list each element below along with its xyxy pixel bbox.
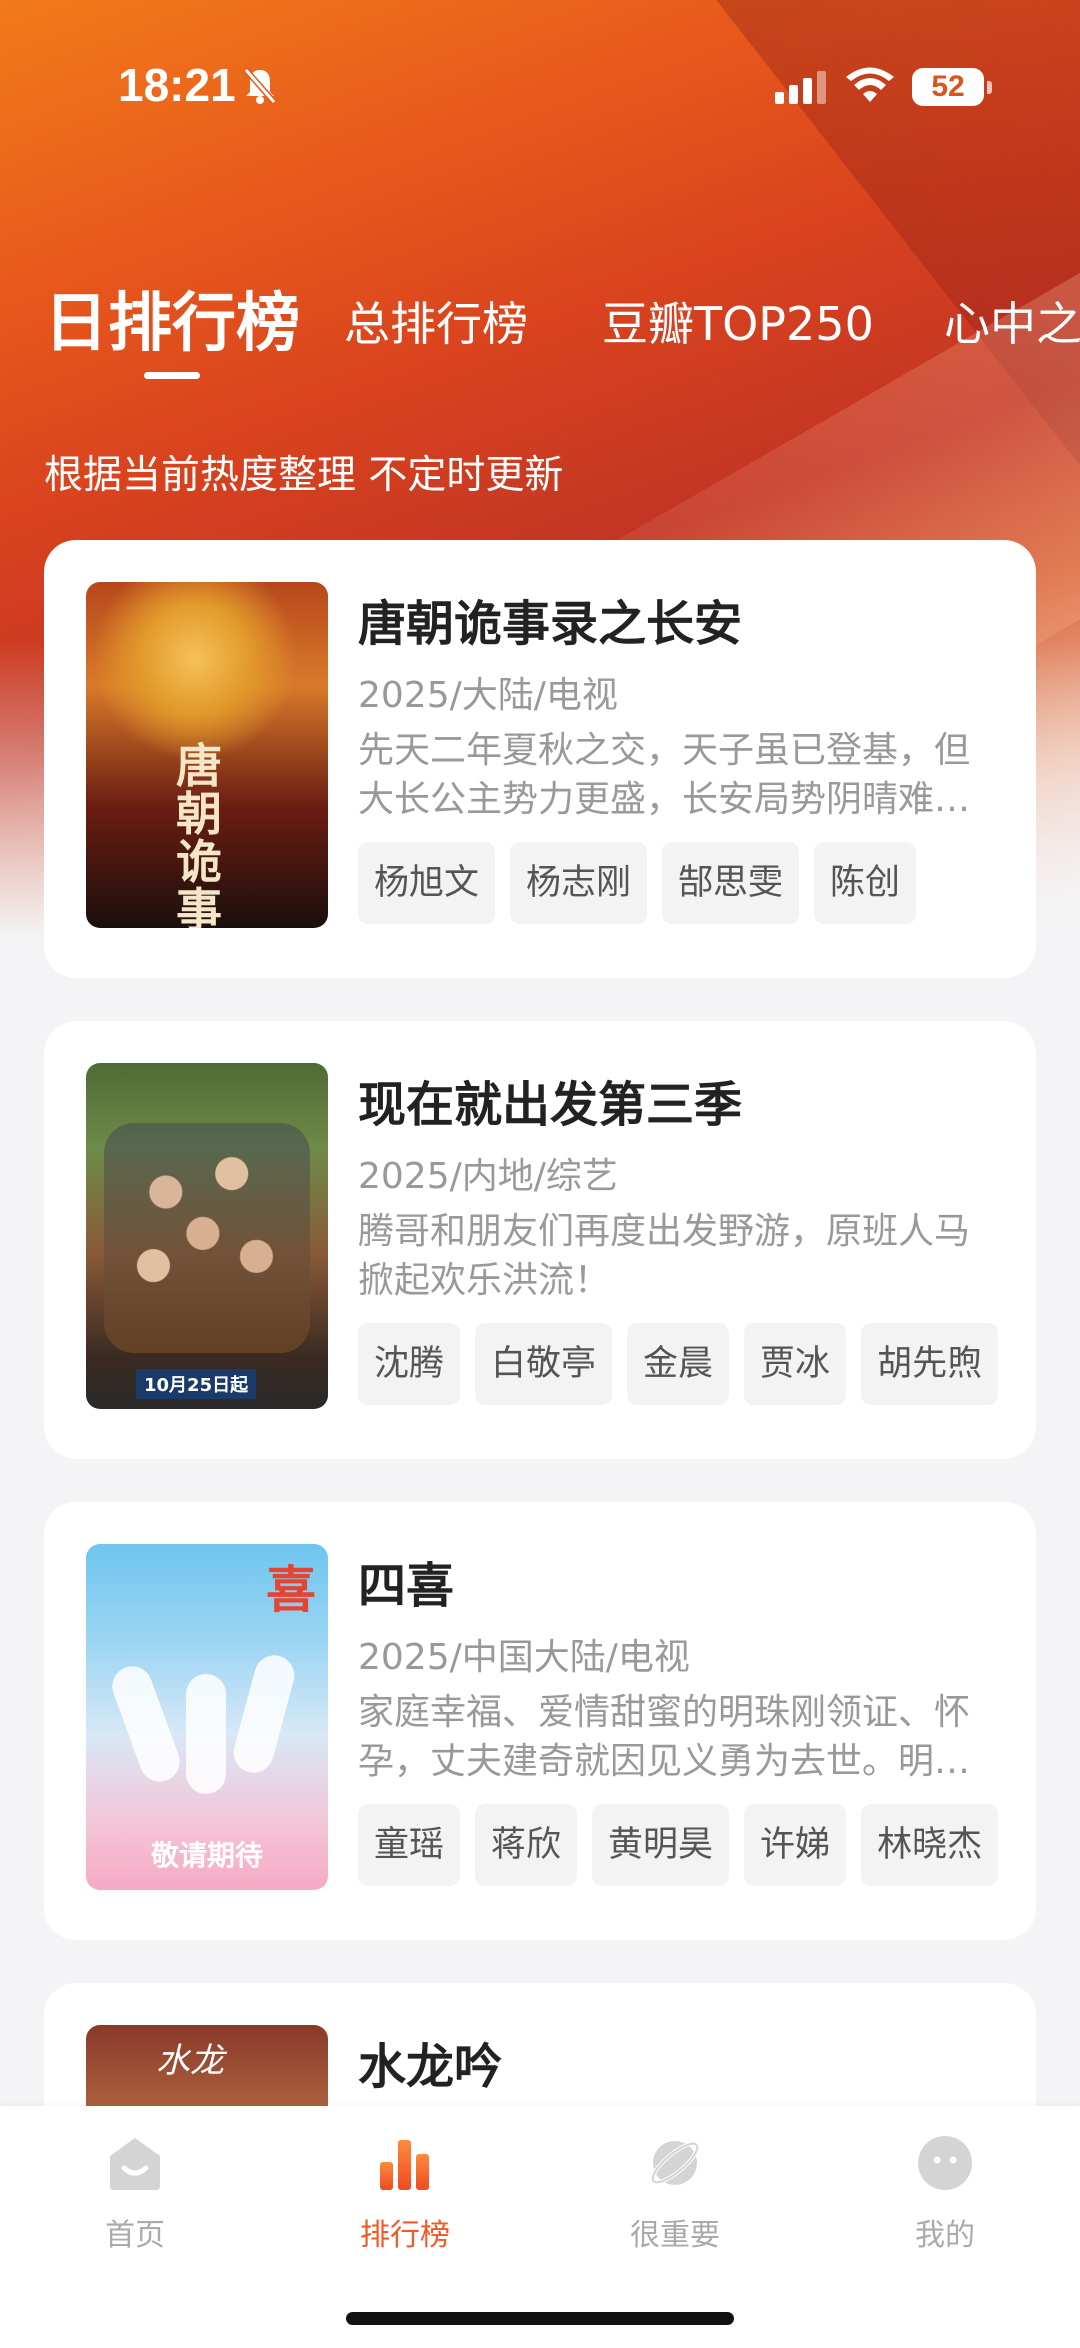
item-meta: 2025/大陆/电视 <box>358 675 618 716</box>
poster-title-text: 水龙 <box>156 2041 224 2081</box>
cast-tag[interactable]: 许娣 <box>744 1804 847 1886</box>
poster-mark: 喜 <box>266 1560 316 1619</box>
poster-image: 喜 敬请期待 <box>86 1544 328 1890</box>
item-meta: 2025/中国大陆/电视 <box>358 1637 690 1678</box>
item-description: 腾哥和朋友们再度出发野游，原班人马掀起欢乐洪流！ <box>358 1211 971 1301</box>
nav-important[interactable]: 很重要 <box>595 2134 755 2254</box>
cast-tag[interactable]: 杨志刚 <box>510 842 648 924</box>
cast-tag[interactable]: 林晓杰 <box>861 1804 999 1886</box>
item-description: 家庭幸福、爱情甜蜜的明珠刚领证、怀孕，丈夫建奇就因见义勇为去世。明珠… <box>358 1692 971 1782</box>
nav-label: 排行榜 <box>360 2218 450 2253</box>
tab-daily-ranking[interactable]: 日排行榜 <box>44 272 300 364</box>
cast-tag[interactable]: 贾冰 <box>744 1323 847 1405</box>
item-title: 水龙吟 <box>358 2039 503 2095</box>
list-item[interactable]: 10月25日起 现在就出发第三季 2025/内地/综艺 腾哥和朋友们再度出发野游… <box>44 1021 1036 1459</box>
nav-profile[interactable]: 我的 <box>865 2134 1025 2254</box>
poster-image: 10月25日起 <box>86 1063 328 1409</box>
cast-tag[interactable]: 陈创 <box>814 842 917 924</box>
list-item[interactable]: 唐朝诡事录 唐朝诡事录之长安 2025/大陆/电视 先天二年夏秋之交，天子虽已登… <box>44 540 1036 978</box>
cast-tag[interactable]: 杨旭文 <box>358 842 496 924</box>
status-bar: 18:21 52 <box>0 0 1080 170</box>
cast-tag[interactable]: 蒋欣 <box>475 1804 578 1886</box>
item-description: 先天二年夏秋之交，天子虽已登基，但大长公主势力更盛，长安局势阴晴难定。… <box>358 730 971 820</box>
wifi-icon <box>846 67 894 102</box>
active-tab-indicator <box>144 372 200 379</box>
ranking-icon <box>380 2140 429 2190</box>
item-meta: 2025/内地/综艺 <box>358 1156 618 1197</box>
poster-image: 唐朝诡事录 <box>86 582 328 928</box>
item-title: 唐朝诡事录之长安 <box>358 596 743 652</box>
cast-tag[interactable]: 胡先煦 <box>861 1323 999 1405</box>
cast-tag[interactable]: 金晨 <box>627 1323 730 1405</box>
tab-total-ranking[interactable]: 总排行榜 <box>344 288 528 354</box>
home-indicator[interactable] <box>346 2312 734 2325</box>
cast-tag[interactable]: 沈腾 <box>358 1323 461 1405</box>
poster-caption: 敬请期待 <box>150 1839 263 1872</box>
home-icon <box>110 2138 160 2190</box>
cast-tags: 杨旭文 杨志刚 郜思雯 陈创 <box>358 842 917 924</box>
tab-favorites[interactable]: 心中之 <box>944 288 1080 354</box>
item-title: 现在就出发第三季 <box>358 1077 743 1133</box>
cast-tag[interactable]: 郜思雯 <box>662 842 800 924</box>
nav-ranking[interactable]: 排行榜 <box>325 2134 485 2254</box>
item-title: 四喜 <box>358 1558 455 1614</box>
mute-bell-icon <box>243 68 277 104</box>
cast-tag[interactable]: 黄明昊 <box>592 1804 730 1886</box>
nav-home[interactable]: 首页 <box>55 2134 215 2254</box>
cast-tag[interactable]: 童瑶 <box>358 1804 461 1886</box>
nav-label: 我的 <box>915 2218 975 2253</box>
cast-tags: 童瑶 蒋欣 黄明昊 许娣 林晓杰 <box>358 1804 999 1886</box>
status-time: 18:21 <box>118 59 236 111</box>
profile-icon <box>918 2136 972 2190</box>
battery-indicator: 52 <box>912 68 992 106</box>
nav-label: 很重要 <box>630 2218 720 2253</box>
cast-tags: 沈腾 白敬亭 金晨 贾冰 胡先煦 <box>358 1323 999 1405</box>
list-item[interactable]: 喜 敬请期待 四喜 2025/中国大陆/电视 家庭幸福、爱情甜蜜的明珠刚领证、怀… <box>44 1502 1036 1940</box>
ranking-subtitle: 根据当前热度整理 不定时更新 <box>44 453 564 498</box>
poster-title-text: 唐朝诡事录 <box>176 739 222 928</box>
cast-tag[interactable]: 白敬亭 <box>475 1323 613 1405</box>
ranking-tabs: 日排行榜 总排行榜 豆瓣TOP250 心中之 <box>0 260 1080 390</box>
nav-label: 首页 <box>105 2218 165 2253</box>
planet-icon <box>650 2141 700 2185</box>
signal-icon <box>775 71 826 104</box>
tab-douban-top250[interactable]: 豆瓣TOP250 <box>602 288 874 354</box>
poster-date-text: 10月25日起 <box>136 1369 257 1399</box>
